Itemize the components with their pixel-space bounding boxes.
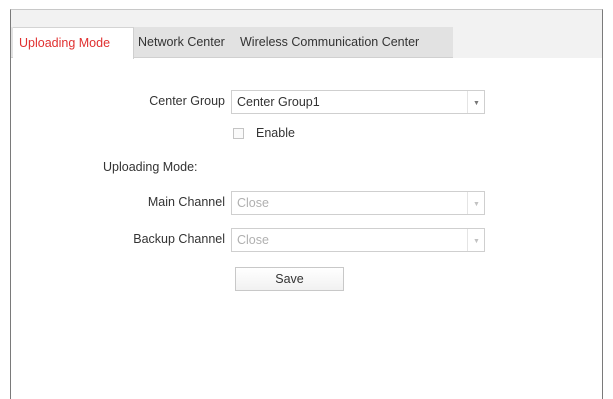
- chevron-down-icon: ▼: [473, 201, 480, 208]
- main-channel-select[interactable]: Close ▼: [231, 191, 485, 215]
- backup-channel-dropdown[interactable]: ▼: [467, 229, 484, 251]
- tab-network-center[interactable]: Network Center: [138, 27, 225, 58]
- main-channel-value: Close: [237, 196, 269, 210]
- chevron-down-icon: ▼: [473, 100, 480, 107]
- backup-channel-label: Backup Channel: [133, 232, 225, 246]
- settings-panel: Uploading Mode Network Center Wireless C…: [10, 9, 603, 399]
- tab-uploading-mode[interactable]: Uploading Mode: [13, 27, 134, 59]
- center-group-select[interactable]: Center Group1 ▼: [231, 90, 485, 114]
- chevron-down-icon: ▼: [473, 238, 480, 245]
- uploading-mode-heading: Uploading Mode:: [103, 160, 198, 174]
- enable-checkbox[interactable]: [233, 128, 244, 139]
- backup-channel-select[interactable]: Close ▼: [231, 228, 485, 252]
- center-group-label: Center Group: [149, 94, 225, 108]
- backup-channel-value: Close: [237, 233, 269, 247]
- main-channel-label: Main Channel: [147, 195, 225, 209]
- main-channel-dropdown[interactable]: ▼: [467, 192, 484, 214]
- center-group-value: Center Group1: [237, 95, 320, 109]
- save-button[interactable]: Save: [235, 267, 344, 291]
- center-group-dropdown[interactable]: ▼: [467, 91, 484, 113]
- tab-wireless-communication-center[interactable]: Wireless Communication Center: [240, 27, 419, 58]
- enable-label: Enable: [256, 126, 295, 140]
